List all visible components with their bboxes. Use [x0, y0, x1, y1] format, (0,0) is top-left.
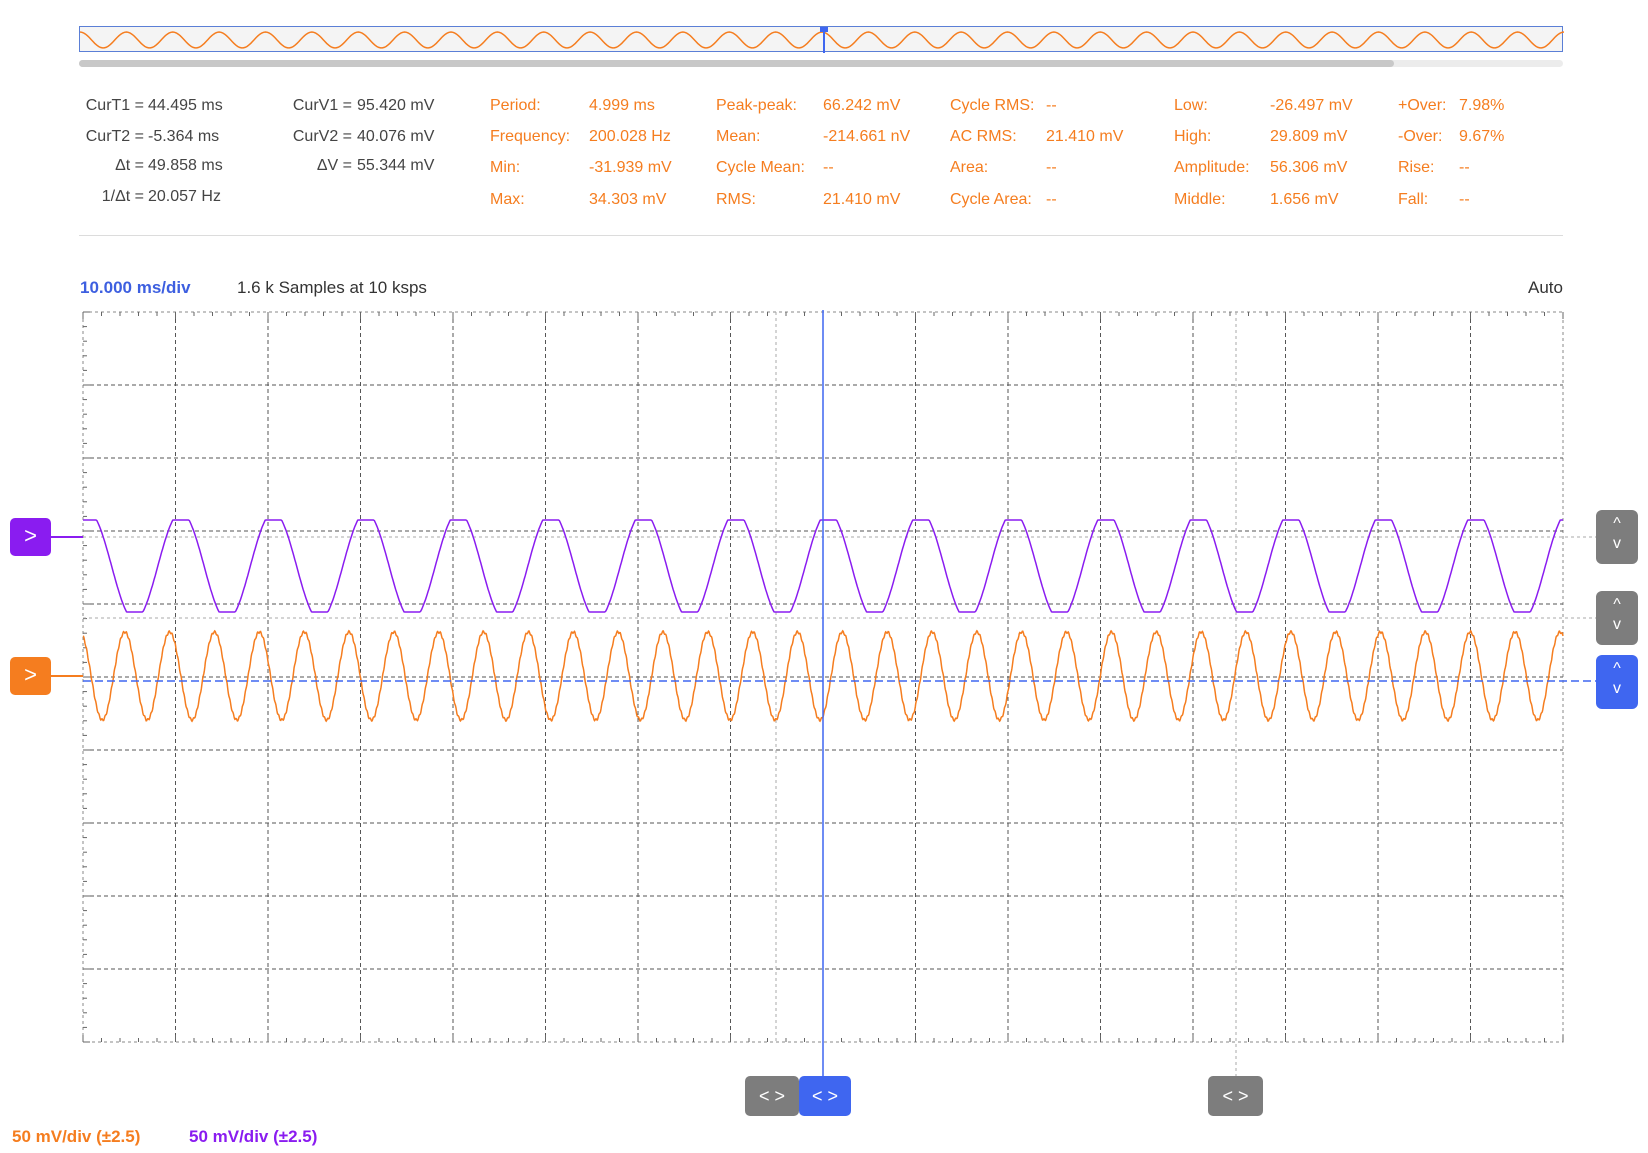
chevron-up-icon: ^: [1613, 660, 1621, 677]
cursor-v1-button[interactable]: ^ v: [1596, 591, 1638, 645]
trigger-position-button[interactable]: < >: [1208, 1076, 1263, 1116]
chevron-right-icon: >: [24, 523, 37, 548]
chevron-left-right-icon: < >: [1222, 1086, 1249, 1106]
channel2-scale[interactable]: 50 mV/div (±2.5): [189, 1127, 317, 1147]
channel1-offset-marker[interactable]: >: [10, 657, 51, 695]
cursor-t1-button[interactable]: < >: [799, 1076, 851, 1116]
cursor-v2-button[interactable]: ^ v: [1596, 655, 1638, 709]
chevron-up-icon: ^: [1613, 596, 1621, 613]
chevron-left-right-icon: < >: [758, 1086, 786, 1106]
oscilloscope-plot[interactable]: [0, 0, 1648, 1153]
channel2-offset-marker[interactable]: >: [10, 518, 51, 556]
chevron-down-icon: v: [1613, 616, 1621, 633]
chevron-right-icon: >: [24, 662, 37, 687]
cursor-t2-button[interactable]: < >: [745, 1076, 799, 1116]
trigger-level-button[interactable]: ^ v: [1596, 510, 1638, 564]
chevron-left-right-icon: < >: [811, 1086, 839, 1106]
chevron-down-icon: v: [1613, 680, 1621, 697]
chevron-up-icon: ^: [1613, 515, 1621, 532]
channel1-scale[interactable]: 50 mV/div (±2.5): [12, 1127, 140, 1147]
chevron-down-icon: v: [1613, 535, 1621, 552]
